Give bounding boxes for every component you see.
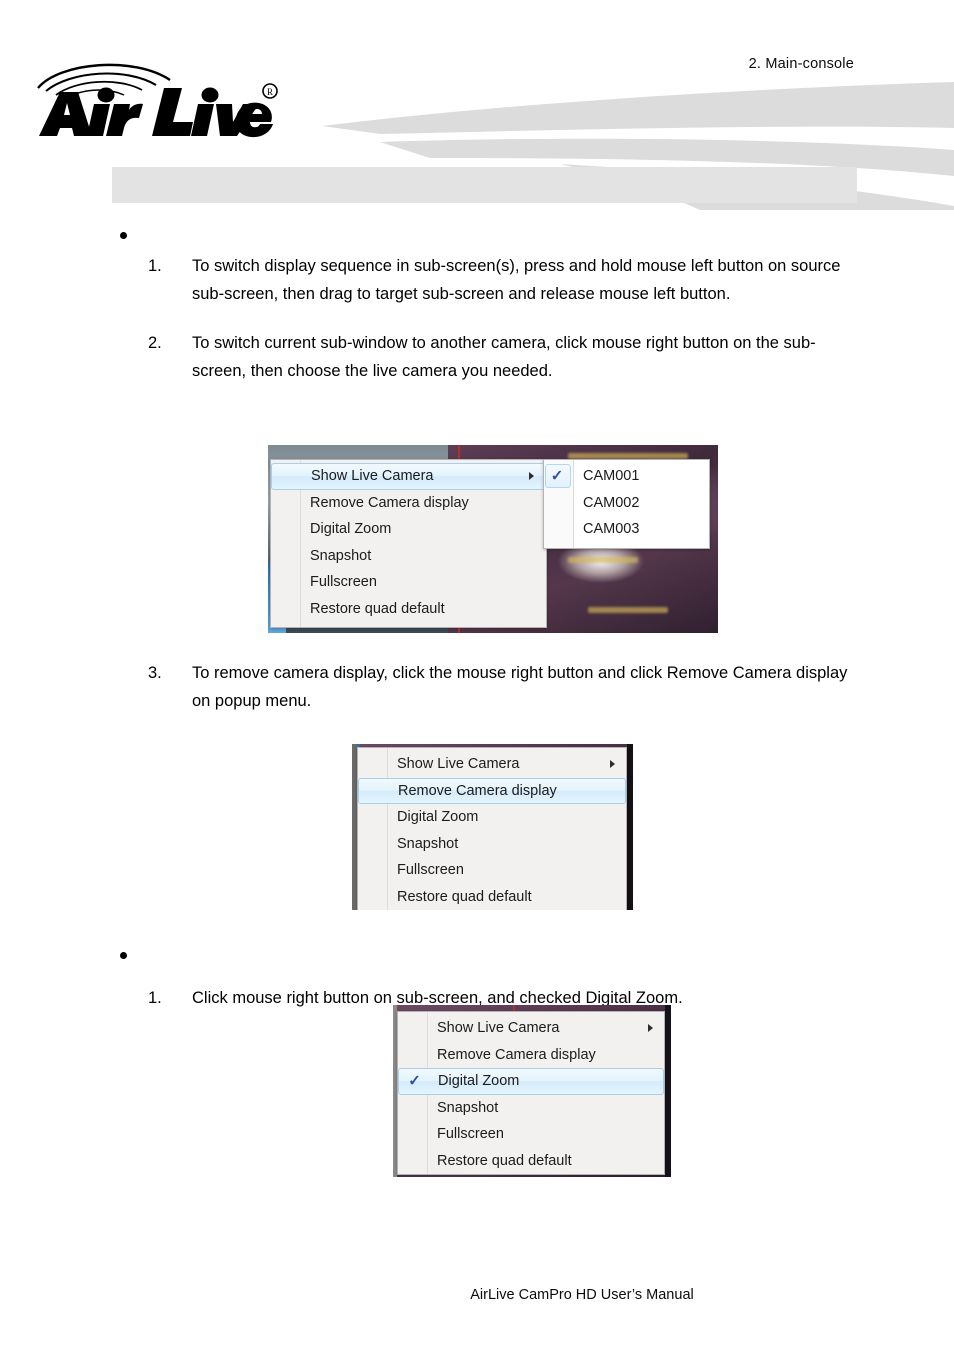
menu-item-show-live-camera[interactable]: Show Live Camera bbox=[271, 463, 546, 490]
submenu-item-cam001[interactable]: ✓ CAM001 bbox=[544, 463, 709, 490]
menu-item-restore-quad-default[interactable]: Restore quad default bbox=[358, 884, 626, 911]
menu-item-snapshot[interactable]: Snapshot bbox=[358, 831, 626, 858]
footer-manual-title: AirLive CamPro HD User’s Manual bbox=[470, 1287, 694, 1303]
submenu-item-cam003[interactable]: CAM003 bbox=[544, 516, 709, 543]
page-content: 1. To switch display sequence in sub-scr… bbox=[0, 225, 954, 385]
context-menu-items: Show Live Camera Remove Camera display D… bbox=[271, 460, 546, 625]
menu-item-label: Fullscreen bbox=[310, 574, 377, 590]
menu-item-label: Remove Camera display bbox=[398, 782, 557, 799]
figure-context-menu-digital-zoom-checked: Show Live Camera Remove Camera display ✓… bbox=[393, 1005, 671, 1177]
numbered-item-3-text: To remove camera display, click the mous… bbox=[192, 664, 848, 710]
camera-submenu[interactable]: ✓ CAM001 CAM002 CAM003 bbox=[543, 459, 710, 549]
menu-item-label: Remove Camera display bbox=[310, 494, 469, 511]
airlive-logo: R bbox=[37, 63, 278, 138]
numbered-item-1-text: To switch display sequence in sub-screen… bbox=[192, 257, 841, 303]
menu-item-label: Show Live Camera bbox=[311, 468, 434, 484]
menu-item-remove-camera-display[interactable]: Remove Camera display bbox=[271, 490, 546, 517]
menu-item-remove-camera-display[interactable]: Remove Camera display bbox=[398, 1042, 664, 1069]
logo-wordmark bbox=[39, 87, 273, 138]
menu-item-snapshot[interactable]: Snapshot bbox=[271, 543, 546, 570]
context-menu[interactable]: Show Live Camera Remove Camera display D… bbox=[357, 747, 627, 910]
context-menu[interactable]: Show Live Camera Remove Camera display D… bbox=[270, 459, 547, 628]
submenu-item-cam002[interactable]: CAM002 bbox=[544, 490, 709, 517]
menu-item-label: Show Live Camera bbox=[437, 1020, 560, 1036]
numbered-item-1-number: 1. bbox=[148, 257, 162, 275]
menu-item-show-live-camera[interactable]: Show Live Camera bbox=[358, 751, 626, 778]
numbered-item-4-number: 1. bbox=[148, 989, 162, 1007]
bullet-item-2 bbox=[120, 945, 954, 973]
numbered-item-2-text: To switch current sub-window to another … bbox=[192, 334, 816, 380]
video-osd-text bbox=[588, 607, 668, 613]
menu-item-label: Snapshot bbox=[310, 547, 372, 564]
menu-item-fullscreen[interactable]: Fullscreen bbox=[271, 569, 546, 596]
menu-item-label: Show Live Camera bbox=[397, 756, 520, 772]
menu-item-label: Digital Zoom bbox=[438, 1073, 520, 1089]
numbered-item-2-number: 2. bbox=[148, 334, 162, 352]
menu-item-label: Restore quad default bbox=[310, 600, 445, 617]
camera-submenu-items: ✓ CAM001 CAM002 CAM003 bbox=[544, 460, 709, 546]
video-right-border bbox=[627, 744, 633, 910]
chevron-right-icon bbox=[648, 1024, 653, 1033]
menu-item-restore-quad-default[interactable]: Restore quad default bbox=[271, 596, 546, 623]
menu-item-remove-camera-display[interactable]: Remove Camera display bbox=[358, 777, 626, 804]
bullet-dot-icon bbox=[120, 952, 127, 959]
menu-item-digital-zoom[interactable]: Digital Zoom bbox=[358, 804, 626, 831]
registered-trademark-icon: R bbox=[262, 83, 278, 99]
submenu-item-label: CAM003 bbox=[583, 521, 640, 537]
content-group-3: 1. Click mouse right button on sub-scree… bbox=[0, 945, 954, 1013]
figure-context-menu-with-camera-submenu: Show Live Camera Remove Camera display D… bbox=[268, 445, 718, 633]
menu-item-label: Restore quad default bbox=[397, 888, 532, 905]
chapter-heading: 2. Main-console bbox=[748, 56, 854, 72]
menu-item-digital-zoom[interactable]: ✓ Digital Zoom bbox=[398, 1068, 664, 1095]
chevron-right-icon bbox=[610, 760, 615, 769]
menu-item-show-live-camera[interactable]: Show Live Camera bbox=[398, 1015, 664, 1042]
context-menu-items: Show Live Camera Remove Camera display ✓… bbox=[398, 1012, 664, 1177]
numbered-item-2: 2. To switch current sub-window to anoth… bbox=[148, 330, 854, 385]
menu-item-fullscreen[interactable]: Fullscreen bbox=[398, 1121, 664, 1148]
menu-item-label: Remove Camera display bbox=[437, 1046, 596, 1063]
content-group-2: 3. To remove camera display, click the m… bbox=[0, 660, 954, 715]
context-menu-items: Show Live Camera Remove Camera display D… bbox=[358, 748, 626, 910]
page-footer: AirLive CamPro HD User’s Manual bbox=[0, 1286, 954, 1304]
menu-item-label: Digital Zoom bbox=[310, 521, 392, 537]
submenu-item-label: CAM002 bbox=[583, 494, 640, 511]
context-menu[interactable]: Show Live Camera Remove Camera display ✓… bbox=[397, 1011, 665, 1175]
page-header: 2. Main-console R bbox=[0, 0, 954, 210]
menu-item-label: Fullscreen bbox=[437, 1126, 504, 1142]
video-osd-text bbox=[568, 557, 638, 563]
menu-item-label: Restore quad default bbox=[437, 1152, 572, 1169]
menu-item-fullscreen[interactable]: Fullscreen bbox=[358, 857, 626, 884]
check-icon: ✓ bbox=[408, 1072, 421, 1090]
menu-item-label: Snapshot bbox=[397, 835, 459, 852]
menu-item-label: Digital Zoom bbox=[397, 809, 479, 825]
menu-item-label: Snapshot bbox=[437, 1099, 499, 1116]
figure-context-menu-remove-camera-highlighted: Show Live Camera Remove Camera display D… bbox=[352, 744, 633, 910]
menu-item-restore-quad-default[interactable]: Restore quad default bbox=[398, 1148, 664, 1175]
svg-text:R: R bbox=[267, 87, 273, 97]
menu-item-label: Fullscreen bbox=[397, 862, 464, 878]
numbered-item-3: 3. To remove camera display, click the m… bbox=[148, 660, 854, 715]
menu-item-digital-zoom[interactable]: Digital Zoom bbox=[271, 516, 546, 543]
submenu-item-label: CAM001 bbox=[583, 468, 640, 484]
check-icon: ✓ bbox=[550, 467, 564, 485]
bullet-item-1 bbox=[120, 225, 954, 253]
video-right-border bbox=[665, 1005, 671, 1177]
menu-item-snapshot[interactable]: Snapshot bbox=[398, 1095, 664, 1122]
numbered-item-3-number: 3. bbox=[148, 664, 162, 682]
chevron-right-icon bbox=[529, 472, 534, 481]
bullet-dot-icon bbox=[120, 232, 127, 239]
section-title-band bbox=[112, 167, 857, 203]
numbered-item-1: 1. To switch display sequence in sub-scr… bbox=[148, 253, 854, 308]
